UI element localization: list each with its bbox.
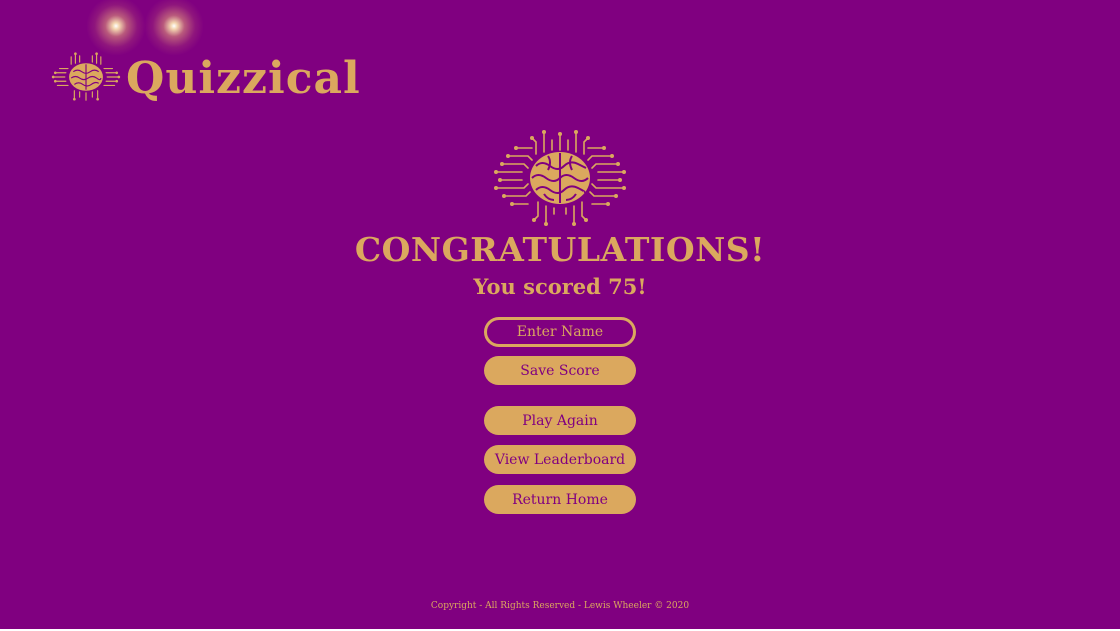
circuit-brain-icon xyxy=(494,130,626,226)
sparkle-icon xyxy=(144,0,204,56)
site-logo[interactable]: Quizzical xyxy=(50,0,361,105)
view-leaderboard-button[interactable]: View Leaderboard xyxy=(484,445,636,475)
copyright-footer: Copyright - All Rights Reserved - Lewis … xyxy=(430,601,690,611)
return-home-button[interactable]: Return Home xyxy=(484,485,636,515)
congratulations-heading: CONGRATULATIONS! xyxy=(354,230,766,269)
logo-title: Quizzical xyxy=(126,53,361,104)
circuit-brain-icon xyxy=(51,52,121,101)
save-score-button[interactable]: Save Score xyxy=(484,356,636,386)
score-text: You scored 75! xyxy=(473,274,647,300)
name-input[interactable] xyxy=(484,317,636,348)
sparkle-icon xyxy=(86,0,146,56)
play-again-button[interactable]: Play Again xyxy=(484,406,636,436)
end-screen: CONGRATULATIONS! You scored 75! Save Sco… xyxy=(0,130,1120,515)
